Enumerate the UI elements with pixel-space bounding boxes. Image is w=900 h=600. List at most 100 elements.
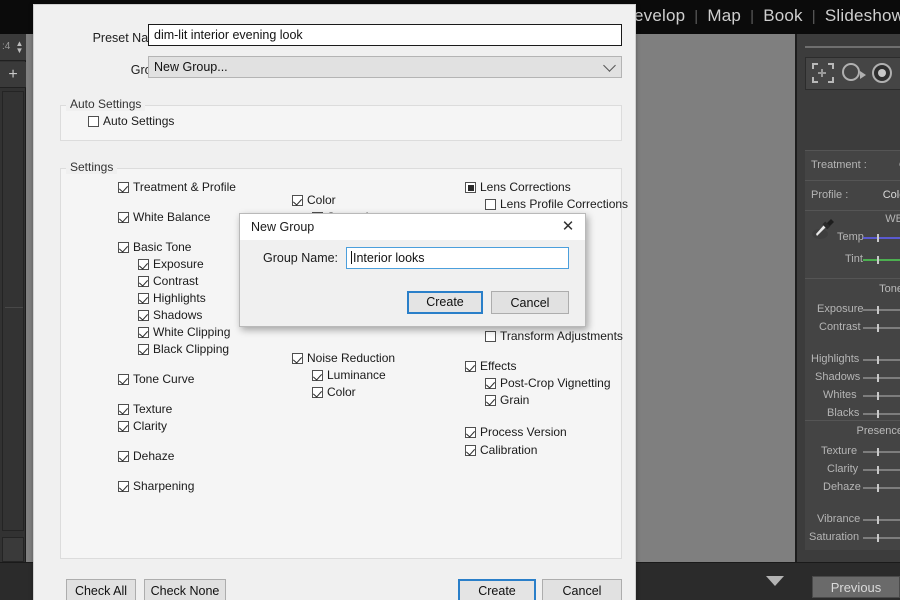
create-preset-button[interactable]: Create bbox=[458, 579, 536, 600]
group-cancel-button[interactable]: Cancel bbox=[491, 291, 569, 314]
presence-header: Presence bbox=[856, 425, 900, 437]
checkbox-post-crop-vignetting[interactable]: Post-Crop Vignetting bbox=[485, 376, 611, 390]
develop-right-panel: Treatment : C Profile : Color WB Tem bbox=[795, 34, 900, 562]
checkbox-label: Treatment & Profile bbox=[133, 180, 236, 194]
close-icon[interactable]: ✕ bbox=[551, 214, 585, 240]
slider-temp[interactable] bbox=[863, 234, 900, 242]
crop-tool-icon[interactable] bbox=[812, 63, 836, 87]
checkbox-icon bbox=[138, 327, 149, 338]
checkbox-lens-profile-corrections[interactable]: Lens Profile Corrections bbox=[485, 197, 628, 211]
module-book[interactable]: Book bbox=[763, 6, 803, 25]
checkbox-calibration[interactable]: Calibration bbox=[465, 443, 537, 457]
check-none-button[interactable]: Check None bbox=[144, 579, 226, 600]
group-create-button[interactable]: Create bbox=[407, 291, 483, 314]
checkbox-icon bbox=[465, 427, 476, 438]
slider-exposure[interactable] bbox=[863, 306, 900, 314]
slider-label-clarity: Clarity bbox=[827, 463, 859, 475]
slider-shadows[interactable] bbox=[863, 374, 900, 382]
module-develop[interactable]: evelop bbox=[634, 6, 685, 25]
settings-group-title: Settings bbox=[66, 160, 118, 174]
slider-clarity[interactable] bbox=[863, 466, 900, 474]
module-map[interactable]: Map bbox=[707, 6, 741, 25]
checkbox-transform-adjustments[interactable]: Transform Adjustments bbox=[485, 329, 623, 343]
checkbox-label: Transform Adjustments bbox=[500, 329, 623, 343]
checkbox-white-balance[interactable]: White Balance bbox=[118, 210, 210, 224]
checkbox-label: Texture bbox=[133, 402, 173, 416]
checkbox-noise-reduction[interactable]: Noise Reduction bbox=[292, 351, 395, 365]
slider-dehaze[interactable] bbox=[863, 484, 900, 492]
checkbox-color[interactable]: Color bbox=[312, 385, 356, 399]
profile-label: Profile : bbox=[811, 189, 849, 201]
checkbox-process-version[interactable]: Process Version bbox=[465, 425, 567, 439]
checkbox-color[interactable]: Color bbox=[292, 193, 336, 207]
slider-texture[interactable] bbox=[863, 448, 900, 456]
checkbox-icon bbox=[485, 199, 496, 210]
profile-value[interactable]: Color bbox=[883, 189, 900, 201]
add-preset-button[interactable]: + bbox=[0, 62, 26, 88]
checkbox-effects[interactable]: Effects bbox=[465, 359, 516, 373]
slider-contrast[interactable] bbox=[863, 324, 900, 332]
checkbox-treatment-profile[interactable]: Treatment & Profile bbox=[118, 180, 236, 194]
previous-button[interactable]: Previous bbox=[812, 576, 900, 598]
checkbox-shadows[interactable]: Shadows bbox=[138, 308, 202, 322]
wb-label: WB bbox=[885, 213, 900, 225]
left-panel-list[interactable] bbox=[2, 91, 24, 531]
checkbox-label: Calibration bbox=[480, 443, 538, 457]
checkbox-icon bbox=[292, 353, 303, 364]
checkbox-icon bbox=[118, 242, 129, 253]
checkbox-auto-settings[interactable]: Auto Settings bbox=[88, 114, 174, 128]
group-name-input[interactable]: Interior looks bbox=[346, 247, 569, 269]
screen-root: evelop | Map | Book | Slideshow :4 ▲▼ + bbox=[0, 0, 900, 600]
slider-label-blacks: Blacks bbox=[827, 407, 860, 419]
checkbox-tone-curve[interactable]: Tone Curve bbox=[118, 372, 194, 386]
slider-blacks[interactable] bbox=[863, 410, 900, 418]
module-picker: evelop | Map | Book | Slideshow bbox=[634, 6, 900, 26]
checkbox-black-clipping[interactable]: Black Clipping bbox=[138, 342, 229, 356]
checkbox-grain[interactable]: Grain bbox=[485, 393, 529, 407]
checkbox-icon bbox=[138, 293, 149, 304]
slider-whites[interactable] bbox=[863, 392, 900, 400]
slider-label-temp: Temp bbox=[837, 231, 864, 243]
slider-tint[interactable] bbox=[863, 256, 900, 264]
checkbox-icon bbox=[138, 344, 149, 355]
slider-vibrance[interactable] bbox=[863, 516, 900, 524]
tone-header: Tone bbox=[879, 283, 900, 295]
module-slideshow[interactable]: Slideshow bbox=[825, 6, 900, 25]
check-all-button[interactable]: Check All bbox=[66, 579, 136, 600]
checkbox-luminance[interactable]: Luminance bbox=[312, 368, 386, 382]
checkbox-label: Clarity bbox=[133, 419, 168, 433]
checkbox-white-clipping[interactable]: White Clipping bbox=[138, 325, 230, 339]
slider-saturation[interactable] bbox=[863, 534, 900, 542]
checkbox-highlights[interactable]: Highlights bbox=[138, 291, 206, 305]
checkbox-texture[interactable]: Texture bbox=[118, 402, 172, 416]
checkbox-exposure[interactable]: Exposure bbox=[138, 257, 204, 271]
checkbox-contrast[interactable]: Contrast bbox=[138, 274, 198, 288]
checkbox-icon bbox=[138, 310, 149, 321]
cancel-preset-button[interactable]: Cancel bbox=[542, 579, 622, 600]
preset-name-input[interactable] bbox=[148, 24, 622, 46]
group-select[interactable]: New Group... bbox=[148, 56, 622, 78]
checkbox-label: Noise Reduction bbox=[307, 351, 396, 365]
left-panel-footer[interactable] bbox=[2, 537, 24, 562]
rail-spinner-icon[interactable]: ▲ ▼ bbox=[15, 40, 24, 55]
rail-page-indicator: :4 ▲ ▼ bbox=[0, 34, 26, 61]
healing-tool-icon[interactable] bbox=[842, 63, 866, 87]
redeye-tool-icon[interactable] bbox=[872, 63, 896, 87]
checkbox-dehaze[interactable]: Dehaze bbox=[118, 449, 174, 463]
chevron-down-icon[interactable] bbox=[766, 576, 784, 586]
checkbox-label: Black Clipping bbox=[153, 342, 230, 356]
checkbox-label: Highlights bbox=[153, 291, 206, 305]
checkbox-icon bbox=[485, 331, 496, 342]
checkbox-basic-tone[interactable]: Basic Tone bbox=[118, 240, 191, 254]
checkbox-label: Color bbox=[327, 385, 356, 399]
checkbox-sharpening[interactable]: Sharpening bbox=[118, 479, 194, 493]
checkbox-label: Grain bbox=[500, 393, 530, 407]
menu-separator-2: | bbox=[750, 8, 755, 25]
slider-highlights[interactable] bbox=[863, 356, 900, 364]
checkbox-icon bbox=[292, 195, 303, 206]
checkbox-clarity[interactable]: Clarity bbox=[118, 419, 167, 433]
checkbox-lens-corrections[interactable]: Lens Corrections bbox=[465, 180, 571, 194]
chevron-down-icon bbox=[603, 59, 616, 72]
slider-label-saturation: Saturation bbox=[809, 531, 860, 543]
checkbox-label: Auto Settings bbox=[103, 114, 175, 128]
